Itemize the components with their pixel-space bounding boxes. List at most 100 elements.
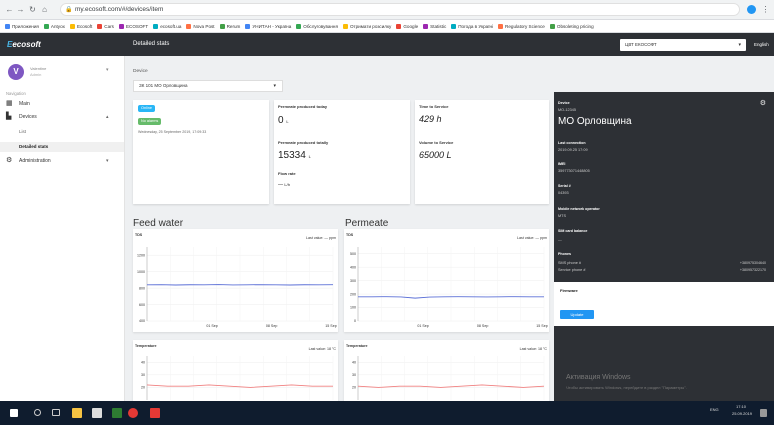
bookmark-item[interactable]: Погода в Україні xyxy=(451,20,494,32)
bookmark-item[interactable]: ecosoft.ua xyxy=(153,20,181,32)
company-select[interactable]: ЦВТ ЕКОСОФТ ▾ xyxy=(620,39,746,51)
bookmark-label: Cars xyxy=(104,24,114,29)
settings-icon[interactable]: ⚙ xyxy=(760,99,766,107)
chevron-down-icon[interactable]: ▾ xyxy=(106,67,109,73)
address-bar[interactable]: 🔒 my.ecosoft.com/#/devices/item xyxy=(60,3,740,16)
bookmark-item[interactable]: Obsoleting pricing xyxy=(549,20,594,32)
sidebar-item-main[interactable]: ▦ Main xyxy=(0,98,124,110)
avatar[interactable]: V xyxy=(8,64,24,80)
totally-unit: L xyxy=(308,154,311,159)
no-alarms-badge: No alarms xyxy=(138,118,162,125)
permeate-tds-svg: TDS Last value: — ppm 0 100 200 300 400 500 01… xyxy=(346,233,548,328)
bookmark-item[interactable]: Обслуговування xyxy=(296,20,338,32)
bookmark-label: Погода в Україні xyxy=(458,24,494,29)
search-icon[interactable] xyxy=(34,409,41,416)
y-tick-label: 400 xyxy=(350,265,356,269)
feed-temp-svg: Temperature Last value: 18 °C 20 30 40 xyxy=(135,344,336,400)
reload-icon[interactable]: ↻ xyxy=(28,5,37,14)
clock-time[interactable]: 17:10 xyxy=(736,404,746,409)
menu-icon[interactable]: ⋮ xyxy=(761,5,770,14)
balance-value: — xyxy=(558,238,562,242)
back-icon[interactable]: ← xyxy=(5,5,14,14)
chrome-icon[interactable] xyxy=(128,408,138,418)
ecosoft-logo[interactable]: Eecosoft xyxy=(7,40,41,49)
time-to-service-value: 429 h xyxy=(419,114,442,124)
bookmark-item[interactable]: Отримати розсилку xyxy=(342,20,392,32)
bookmark-label: ECOSOFT xyxy=(125,24,149,29)
today-label: Permeate produced today xyxy=(278,104,328,109)
bookmark-icon xyxy=(498,24,504,29)
windows-start-icon[interactable] xyxy=(10,409,18,417)
sms-phone-key: SMS phone # xyxy=(558,261,582,265)
bookmark-item[interactable]: Cars xyxy=(97,20,114,32)
bookmark-label: Отримати розсилку xyxy=(349,24,392,29)
bookmark-item[interactable]: ECOSOFT xyxy=(118,20,149,32)
y-tick-label: 300 xyxy=(350,279,356,283)
bookmark-item[interactable]: Ecosoft xyxy=(69,20,93,32)
device-value: ЗК 101 МО Орловщина xyxy=(139,83,188,88)
sidebar-item-label: Main xyxy=(19,101,30,107)
y-tick-label: 30 xyxy=(352,373,356,377)
y-tick-label: 30 xyxy=(141,373,145,377)
bookmark-item[interactable]: Nova Post xyxy=(186,20,215,32)
y-tick-label: 40 xyxy=(352,360,356,364)
firmware-title: Firmware xyxy=(560,288,578,293)
sidebar-item-devices[interactable]: ▙ Devices ▴ xyxy=(0,111,124,123)
service-phone-key: Service phone # xyxy=(558,268,586,272)
feed-tds-svg: TDS Last value: — ppm 400 600 800 1000 1200 0… xyxy=(135,233,337,328)
feed-tds-chart: TDS Last value: — ppm 400 600 800 1000 1200 0… xyxy=(133,229,338,332)
y-tick-label: 100 xyxy=(350,306,356,310)
x-tick-label: 15 Sep xyxy=(536,324,547,328)
imei-value: 359773071448805 xyxy=(558,169,590,173)
bookmark-item[interactable]: Google xyxy=(396,20,418,32)
status-card: Online No alarms Wednesday, 25 September… xyxy=(133,100,269,204)
home-icon[interactable]: ⌂ xyxy=(40,5,49,14)
windows-activation-text: Чтобы активировать Windows, перейдите в … xyxy=(566,385,687,390)
bookmark-item[interactable]: УНИТАН - Україна xyxy=(245,20,291,32)
last-value: Last value: — ppm xyxy=(517,236,547,240)
bookmark-item[interactable]: Приложения xyxy=(5,20,39,32)
bookmark-icon xyxy=(396,24,402,29)
notifications-icon[interactable] xyxy=(760,409,767,417)
settings-icon: ⚙ xyxy=(6,157,13,164)
sidebar-subitem-list[interactable]: List xyxy=(0,127,124,137)
file-explorer-icon[interactable] xyxy=(72,408,82,418)
forward-icon[interactable]: → xyxy=(16,5,25,14)
clock-date[interactable]: 25.09.2019 xyxy=(732,411,752,416)
temperature-label: Temperature xyxy=(346,344,368,348)
device-label: Device xyxy=(133,69,148,74)
bookmark-item[interactable]: Antyox xyxy=(43,20,65,32)
device-name: МО Орловщина xyxy=(558,116,632,127)
nav-section-label: Navigation xyxy=(6,91,26,96)
excel-icon[interactable] xyxy=(112,408,122,418)
update-button[interactable]: Update xyxy=(560,310,594,319)
browser-toolbar: ← → ↻ ⌂ 🔒 my.ecosoft.com/#/devices/item … xyxy=(0,0,774,20)
bookmark-item[interactable]: Statistic xyxy=(423,20,447,32)
totally-value: 15334 L xyxy=(278,150,311,161)
bookmark-item[interactable]: Regulatory Science xyxy=(498,20,545,32)
x-tick-label: 15 Sep xyxy=(325,324,336,328)
extension-icon[interactable] xyxy=(747,5,756,14)
sidebar-item-administration[interactable]: ⚙ Administration ▾ xyxy=(0,155,124,167)
task-view-icon[interactable] xyxy=(52,409,60,416)
tds-label: TDS xyxy=(346,233,354,237)
app-icon[interactable] xyxy=(150,408,160,418)
language-switch[interactable]: English xyxy=(754,42,769,47)
device-select[interactable]: ЗК 101 МО Орловщина ▾ xyxy=(133,80,283,92)
flow-label: Flow rate xyxy=(278,171,296,176)
bookmark-label: Statistic xyxy=(430,24,447,29)
bookmark-item[interactable]: Rerum xyxy=(219,20,241,32)
temperature-label: Temperature xyxy=(135,344,157,348)
y-tick-label: 20 xyxy=(141,386,145,390)
x-tick-label: 01 Sep xyxy=(417,324,428,328)
bookmark-icon xyxy=(153,24,159,29)
language-indicator[interactable]: ENG xyxy=(710,407,719,412)
sidebar: V Valentine Admin ▾ Navigation ▦ Main ▙ … xyxy=(0,56,125,401)
page-title: Detailed stats xyxy=(133,41,170,47)
bookmarks-bar: Приложения Antyox Ecosoft Cars ECOSOFT ecosof… xyxy=(0,20,774,33)
sidebar-subitem-detailed-stats[interactable]: Detailed stats xyxy=(0,142,124,152)
app-icon[interactable] xyxy=(92,408,102,418)
bookmark-label: Ecosoft xyxy=(76,24,93,29)
totally-number: 15334 xyxy=(278,150,306,161)
bookmark-label: Rerum xyxy=(226,24,241,29)
